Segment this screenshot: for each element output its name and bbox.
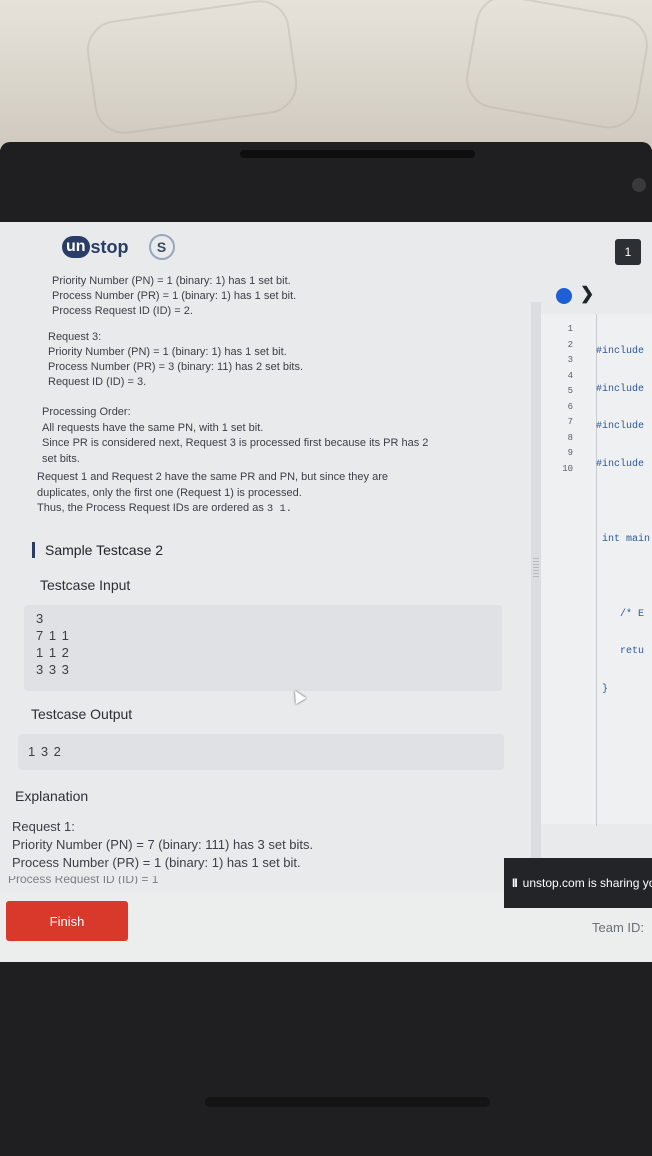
share-text: unstop.com is sharing yo — [522, 876, 652, 890]
processing-order-cont: Request 1 and Request 2 have the same PR… — [37, 470, 388, 518]
sample-testcase-heading: Sample Testcase 2 — [32, 542, 163, 558]
req3-line: Process Number (PR) = 3 (binary: 11) has… — [48, 361, 304, 373]
chevron-right-icon[interactable]: ❯ — [580, 284, 594, 304]
code-line: #include — [596, 458, 645, 470]
req2-line: Process Number (PR) = 1 (binary: 1) has … — [52, 290, 297, 302]
order-final: Thus, the Process Request IDs are ordere… — [37, 501, 388, 518]
code-line: #include — [596, 383, 645, 395]
code-line: /* E — [596, 608, 645, 620]
exp-req1-title: Request 1: — [12, 819, 75, 834]
line-number: 9 — [567, 448, 573, 458]
code-line: #include — [596, 421, 645, 432]
line-number: 6 — [567, 401, 573, 412]
req3-title: Request 3: — [48, 331, 102, 343]
order-line: duplicates, only the first one (Request … — [37, 486, 302, 499]
req2-line: Priority Number (PN) = 1 (binary: 1) has… — [52, 275, 291, 287]
camera-icon — [632, 178, 646, 192]
line-number: 4 — [567, 370, 573, 381]
finish-button[interactable]: Finish — [6, 901, 128, 941]
input-line: 3 — [36, 611, 45, 626]
req2-line: Process Request ID (ID) = 2. — [52, 305, 193, 317]
req3-line: Priority Number (PN) = 1 (binary: 1) has… — [48, 346, 287, 358]
testcase-input-box[interactable]: 3 7 1 1 1 1 2 3 3 3 — [24, 605, 502, 691]
team-id-label: Team ID: — [592, 920, 645, 935]
request-3-details: Request 3: Priority Number (PN) = 1 (bin… — [48, 330, 303, 390]
req3-line: Request ID (ID) = 3. — [48, 376, 147, 388]
exp-line: Process Number (PR) = 1 (binary: 1) has … — [12, 855, 301, 870]
order-line: All requests have the same PN, with 1 se… — [42, 421, 264, 434]
testcase-input-label: Testcase Input — [40, 577, 131, 593]
bezel-slot — [240, 150, 475, 158]
unstop-logo[interactable]: un stop S — [62, 234, 175, 260]
order-title: Processing Order: — [42, 406, 131, 418]
order-line: Since PR is considered next, Request 3 i… — [42, 437, 429, 449]
exp-partial-line: Process Request ID (ID) = 1 — [8, 876, 159, 884]
testcase-output-label: Testcase Output — [31, 706, 133, 722]
logo-stop: stop — [90, 236, 129, 257]
code-content[interactable]: #include #include #include #include int … — [596, 322, 650, 719]
processing-order: Processing Order: All requests have the … — [42, 405, 428, 467]
question-number-button[interactable]: 1 — [615, 239, 641, 265]
order-final-text: Thus, the Process Request IDs are ordere… — [37, 502, 264, 514]
line-number: 7 — [567, 417, 573, 427]
order-final-code: 3 1. — [266, 503, 293, 515]
screen-share-banner[interactable]: II unstop.com is sharing yo — [504, 858, 652, 908]
input-line: 1 1 2 — [36, 645, 70, 660]
line-number: 8 — [567, 432, 573, 443]
line-number: 10 — [562, 463, 573, 474]
output-value: 1 3 2 — [28, 744, 62, 759]
pane-divider[interactable] — [531, 302, 541, 897]
request-2-details: Priority Number (PN) = 1 (binary: 1) has… — [52, 274, 296, 319]
order-line: set bits. — [42, 452, 80, 465]
badge-icon[interactable]: S — [148, 234, 175, 260]
keyboard-hinge — [205, 1097, 490, 1107]
explanation-request-1: Request 1: Priority Number (PN) = 7 (bin… — [12, 818, 313, 872]
line-number: 1 — [567, 324, 573, 334]
line-number: 5 — [567, 386, 573, 396]
background-wall — [0, 0, 652, 150]
explanation-label: Explanation — [15, 788, 89, 804]
language-dot-icon[interactable] — [556, 288, 572, 304]
line-number: 3 — [567, 355, 573, 365]
input-line: 3 3 3 — [36, 662, 70, 677]
code-line: int main — [596, 533, 651, 545]
logo-un: un — [62, 236, 90, 258]
resize-grip-icon[interactable] — [533, 557, 539, 577]
exp-line: Priority Number (PN) = 7 (binary: 111) h… — [12, 837, 314, 852]
input-line: 7 1 1 — [36, 628, 70, 643]
pause-icon[interactable]: II — [512, 876, 518, 890]
line-number: 2 — [567, 339, 573, 350]
code-line: #include — [596, 346, 645, 357]
code-line: } — [596, 683, 609, 695]
testcase-output-box[interactable]: 1 3 2 — [18, 734, 504, 770]
line-numbers: 1 2 3 4 5 6 7 8 9 10 — [541, 322, 573, 477]
screen: un stop S 1 Priority Number (PN) = 1 (bi… — [0, 222, 652, 962]
order-line: Request 1 and Request 2 have the same PR… — [37, 471, 388, 483]
code-line: retu — [596, 646, 645, 657]
